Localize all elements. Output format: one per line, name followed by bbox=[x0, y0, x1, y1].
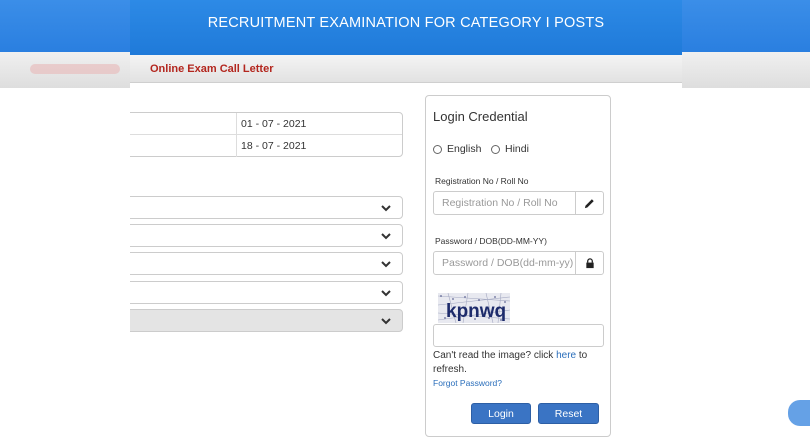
registration-input[interactable] bbox=[434, 192, 576, 214]
background-subbar-band-right bbox=[682, 52, 810, 88]
date-value: 01 - 07 - 2021 bbox=[241, 118, 307, 130]
page-title: RECRUITMENT EXAMINATION FOR CATEGORY I P… bbox=[207, 15, 605, 31]
registration-field[interactable] bbox=[433, 191, 604, 215]
language-option-hindi[interactable]: Hindi bbox=[491, 143, 529, 155]
login-panel: Login Credential English Hindi Registrat… bbox=[425, 95, 611, 437]
date-row: 01 - 07 - 2021 bbox=[130, 113, 402, 135]
reset-button[interactable]: Reset bbox=[538, 403, 599, 424]
chevron-down-icon bbox=[380, 287, 392, 299]
chevron-down-icon bbox=[380, 230, 392, 242]
captcha-input[interactable] bbox=[434, 325, 603, 346]
dropdown-select-3[interactable] bbox=[130, 252, 403, 275]
background-header-band-left bbox=[0, 0, 130, 52]
password-input[interactable] bbox=[434, 252, 576, 274]
captcha-refresh-link[interactable]: here bbox=[556, 350, 576, 361]
background-blue-blob bbox=[788, 400, 810, 426]
password-field[interactable] bbox=[433, 251, 604, 275]
forgot-password-link[interactable]: Forgot Password? bbox=[433, 378, 502, 388]
dates-table: 01 - 07 - 2021 18 - 07 - 2021 bbox=[130, 112, 403, 157]
login-button[interactable]: Login bbox=[471, 403, 531, 424]
language-option-english[interactable]: English bbox=[433, 143, 481, 155]
radio-button-hindi[interactable] bbox=[491, 144, 500, 154]
captcha-image: kpnwq bbox=[438, 293, 510, 323]
registration-label: Registration No / Roll No bbox=[435, 176, 529, 186]
subheader-title[interactable]: Online Exam Call Letter bbox=[150, 63, 273, 75]
chevron-down-icon bbox=[380, 258, 392, 270]
dropdown-select-4[interactable] bbox=[130, 281, 403, 304]
chevron-down-icon bbox=[380, 202, 392, 214]
background-right bbox=[682, 0, 810, 440]
chevron-down-icon bbox=[380, 315, 392, 327]
refresh-prefix: Can't read the image? click bbox=[433, 350, 557, 361]
subheader-bar: Online Exam Call Letter bbox=[130, 55, 682, 83]
background-header-band-right bbox=[682, 0, 810, 52]
language-label-english: English bbox=[447, 143, 482, 155]
captcha-text: kpnwq bbox=[446, 301, 506, 322]
background-blur-text bbox=[30, 64, 120, 74]
login-title: Login Credential bbox=[433, 109, 528, 124]
pencil-icon bbox=[575, 192, 603, 214]
page-header: RECRUITMENT EXAMINATION FOR CATEGORY I P… bbox=[130, 0, 682, 55]
background-left bbox=[0, 0, 130, 440]
lock-icon bbox=[575, 252, 603, 274]
date-value: 18 - 07 - 2021 bbox=[241, 140, 307, 152]
radio-button-english[interactable] bbox=[433, 144, 442, 154]
captcha-refresh-text: Can't read the image? click here to refr… bbox=[433, 349, 605, 377]
captcha-field[interactable] bbox=[433, 324, 604, 347]
language-label-hindi: Hindi bbox=[505, 143, 529, 155]
main-panel: RECRUITMENT EXAMINATION FOR CATEGORY I P… bbox=[130, 0, 682, 440]
date-label-cell bbox=[130, 113, 237, 135]
dropdown-select-1[interactable] bbox=[130, 196, 403, 219]
dropdown-select-5-disabled[interactable] bbox=[130, 309, 403, 332]
date-label-cell bbox=[130, 135, 237, 157]
dropdown-select-2[interactable] bbox=[130, 224, 403, 247]
date-row: 18 - 07 - 2021 bbox=[130, 135, 402, 157]
password-label: Password / DOB(DD-MM-YY) bbox=[435, 236, 547, 246]
